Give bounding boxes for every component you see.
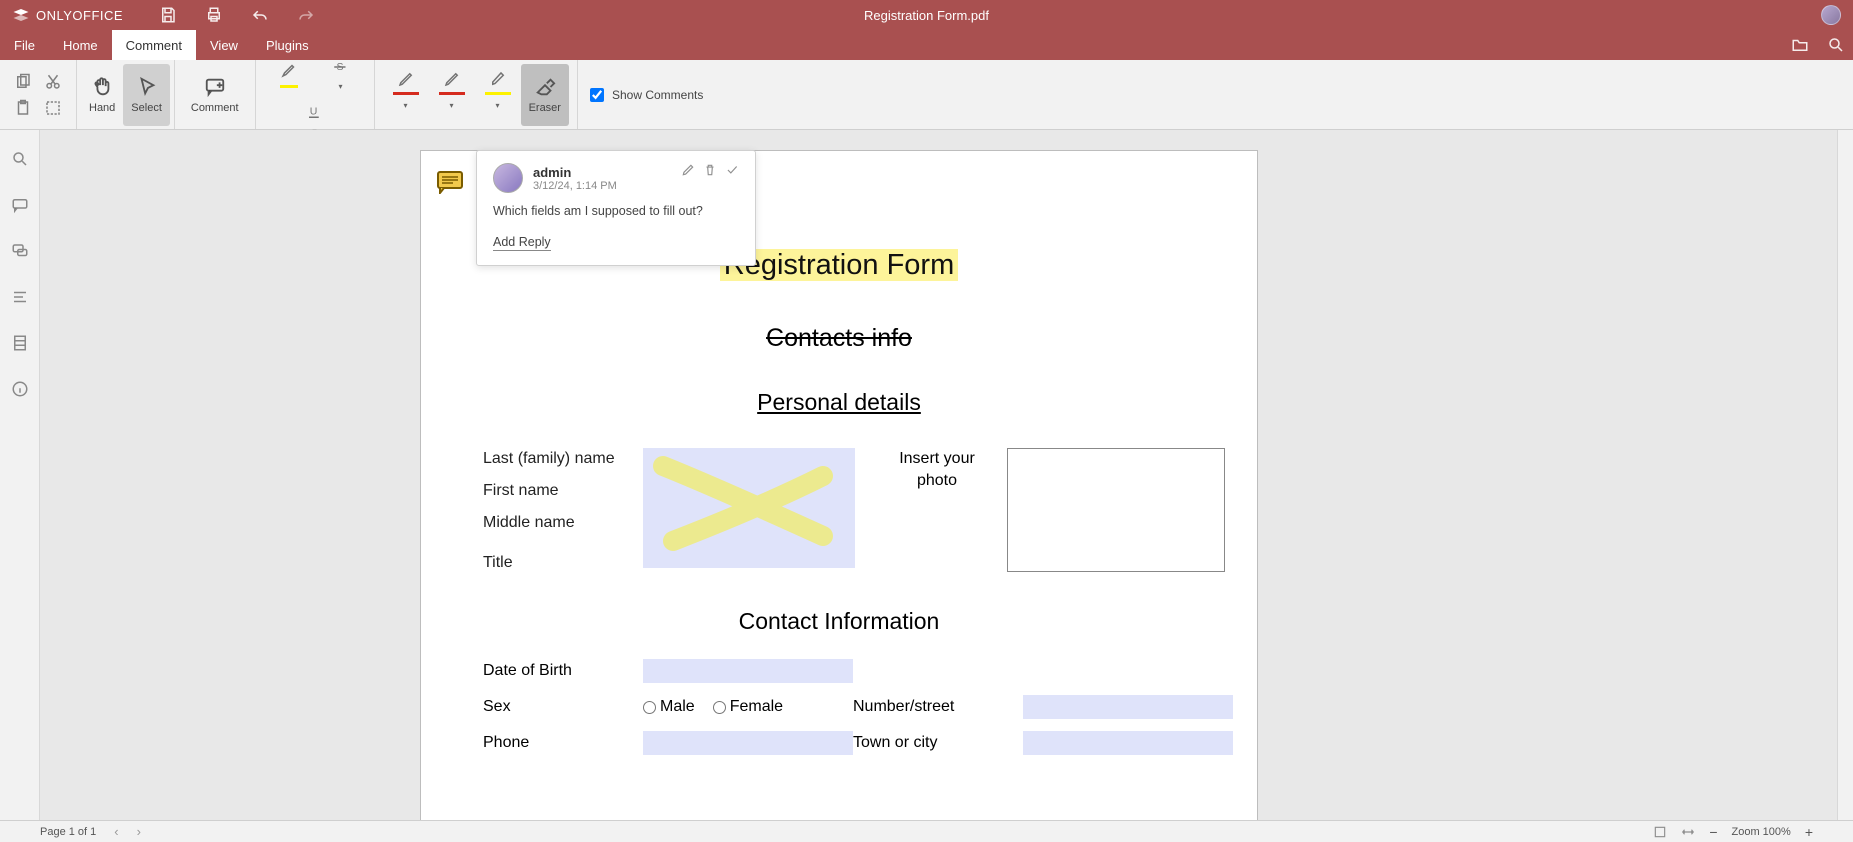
hand-label: Hand [89,102,115,114]
zoom-out-button[interactable]: − [1709,824,1717,840]
title-label: Title [483,554,643,572]
eraser-tool[interactable]: Eraser [521,64,569,126]
chat-icon[interactable] [11,242,29,260]
status-bar: Page 1 of 1 ‹ › − Zoom 100% + [0,820,1853,842]
copy-icon[interactable] [14,73,32,91]
comment-popup: admin 3/12/24, 1:14 PM Which fields am I… [476,150,756,266]
menu-plugins[interactable]: Plugins [252,30,323,60]
town-label: Town or city [853,734,1023,752]
info-icon[interactable] [11,380,29,398]
find-icon[interactable] [11,150,29,168]
underline-icon: U [306,103,324,121]
hand-tool[interactable]: Hand [81,64,123,126]
app-logo: ONLYOFFICE [0,6,123,24]
resolve-comment-icon[interactable] [725,163,739,177]
town-field[interactable] [1023,731,1233,755]
marker-icon [489,70,507,88]
show-comments-checkbox[interactable] [590,88,604,102]
comment-text: Which fields am I supposed to fill out? [493,203,739,221]
user-avatar[interactable] [1821,5,1841,25]
document-canvas[interactable]: Registration Form Contacts info Personal… [40,130,1837,820]
onlyoffice-icon [12,6,30,24]
sex-label: Sex [483,698,643,716]
highlight-icon [280,61,298,79]
phone-label: Phone [483,734,643,752]
middlename-label: Middle name [483,514,643,532]
menu-view[interactable]: View [196,30,252,60]
save-icon[interactable] [159,6,177,24]
photo-placeholder[interactable] [1007,448,1225,572]
next-page-button[interactable]: › [137,824,141,839]
female-radio[interactable]: Female [713,698,783,716]
comment-timestamp: 3/12/24, 1:14 PM [533,180,617,192]
comment-label: Comment [191,102,239,114]
lastname-label: Last (family) name [483,450,643,468]
name-field-block[interactable] [643,448,855,568]
select-all-icon[interactable] [44,99,62,117]
pen-icon [397,70,415,88]
phone-field[interactable] [643,731,853,755]
photo-label: Insert your photo [887,448,987,493]
left-panel [0,130,40,820]
add-reply-link[interactable]: Add Reply [493,235,551,251]
cut-icon[interactable] [44,73,62,91]
print-icon[interactable] [205,6,223,24]
marker-yellow[interactable]: ▾ [475,64,521,116]
male-radio[interactable]: Male [643,698,695,716]
eraser-label: Eraser [529,102,561,114]
delete-comment-icon[interactable] [703,163,717,177]
hand-icon [91,76,113,98]
comment-marker-icon[interactable] [436,170,464,194]
search-icon[interactable] [1827,36,1845,54]
doc-contacts-heading: Contacts info [421,324,1257,353]
show-comments-label: Show Comments [612,88,703,102]
document-title: Registration Form.pdf [864,8,989,23]
select-tool[interactable]: Select [123,64,170,126]
ribbon-toolbar: Hand Select Comment S ▾ [0,60,1853,130]
contact-info-heading: Contact Information [421,608,1257,635]
show-comments-toggle[interactable]: Show Comments [578,60,703,130]
thumbnails-icon[interactable] [11,334,29,352]
pen-icon [443,70,461,88]
svg-text:U: U [309,105,317,117]
select-label: Select [131,102,162,114]
comment-icon [204,76,226,98]
paste-icon[interactable] [14,99,32,117]
workspace: Registration Form Contacts info Personal… [0,130,1853,820]
zoom-label: Zoom 100% [1732,826,1791,838]
menu-comment[interactable]: Comment [112,30,196,60]
zoom-in-button[interactable]: + [1805,824,1813,840]
annotation-stroke [653,456,843,556]
edit-comment-icon[interactable] [681,163,695,177]
title-bar: ONLYOFFICE Registration Form.pdf [0,0,1853,30]
page-indicator: Page 1 of 1 [40,826,96,838]
numberstreet-label: Number/street [853,698,1023,716]
prev-page-button[interactable]: ‹ [114,824,118,839]
menu-home[interactable]: Home [49,30,112,60]
app-name: ONLYOFFICE [36,8,123,23]
dob-label: Date of Birth [483,662,643,680]
firstname-label: First name [483,482,643,500]
right-panel [1837,130,1853,820]
headings-icon[interactable] [11,288,29,306]
pen-red-1[interactable]: ▾ [383,64,429,116]
strikeout-icon: S [332,58,350,76]
comments-panel-icon[interactable] [11,196,29,214]
redo-icon[interactable] [297,6,315,24]
undo-icon[interactable] [251,6,269,24]
open-folder-icon[interactable] [1791,36,1809,54]
numberstreet-field[interactable] [1023,695,1233,719]
cursor-icon [136,76,158,98]
doc-personal-heading: Personal details [421,389,1257,416]
comment-avatar [493,163,523,193]
menu-file[interactable]: File [0,30,49,60]
fit-width-icon[interactable] [1681,825,1695,839]
pen-red-2[interactable]: ▾ [429,64,475,116]
comment-user: admin [533,165,617,180]
add-comment-button[interactable]: Comment [183,64,247,126]
menu-bar: File Home Comment View Plugins [0,30,1853,60]
eraser-icon [534,76,556,98]
dob-field[interactable] [643,659,853,683]
fit-page-icon[interactable] [1653,825,1667,839]
